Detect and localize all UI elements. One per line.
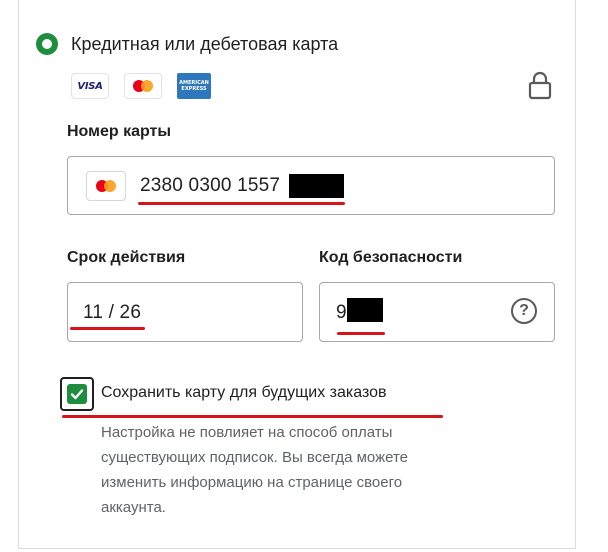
visa-icon: VISA	[77, 80, 103, 92]
annotation-underline	[62, 415, 443, 418]
mastercard-icon	[96, 180, 116, 192]
amex-text-2: EXPRESS	[181, 86, 207, 92]
payment-method-radio[interactable]	[36, 33, 58, 55]
note-line: изменить информацию на странице своего	[101, 474, 403, 491]
payment-method-title: Кредитная или дебетовая карта	[71, 34, 339, 54]
save-card-note: Настройка не повлияет на способ оплаты с…	[101, 420, 481, 520]
note-line: Настройка не повлияет на способ оплаты	[101, 424, 393, 441]
expiry-input[interactable]: 11 / 26	[67, 282, 303, 342]
mastercard-icon	[133, 80, 153, 92]
annotation-underline	[337, 332, 385, 335]
mastercard-logo	[124, 73, 162, 99]
card-number-label: Номер карты	[67, 123, 172, 140]
note-line: аккаунта.	[101, 499, 166, 516]
save-card-checkbox[interactable]	[60, 377, 94, 411]
card-number-value: 2380 0300 1557	[140, 175, 281, 196]
check-icon	[70, 389, 84, 400]
card-brand-badge	[86, 171, 126, 201]
redaction-box	[289, 174, 344, 198]
redaction-box	[347, 298, 383, 322]
note-line: существующих подписок. Вы всегда можете	[101, 449, 409, 466]
expiry-value: 11 / 26	[83, 302, 142, 323]
security-code-value: 9	[336, 302, 347, 323]
expiry-label: Срок действия	[67, 249, 186, 266]
security-code-label: Код безопасности	[319, 249, 463, 266]
lock-icon	[528, 71, 552, 100]
checkbox-fill	[67, 384, 87, 404]
visa-logo: VISA	[71, 73, 109, 99]
help-icon[interactable]: ?	[511, 298, 537, 324]
save-card-label: Сохранить карту для будущих заказов	[101, 384, 387, 401]
amex-logo: AMERICAN EXPRESS	[177, 73, 211, 99]
annotation-underline	[70, 327, 145, 330]
annotation-underline	[138, 202, 345, 205]
